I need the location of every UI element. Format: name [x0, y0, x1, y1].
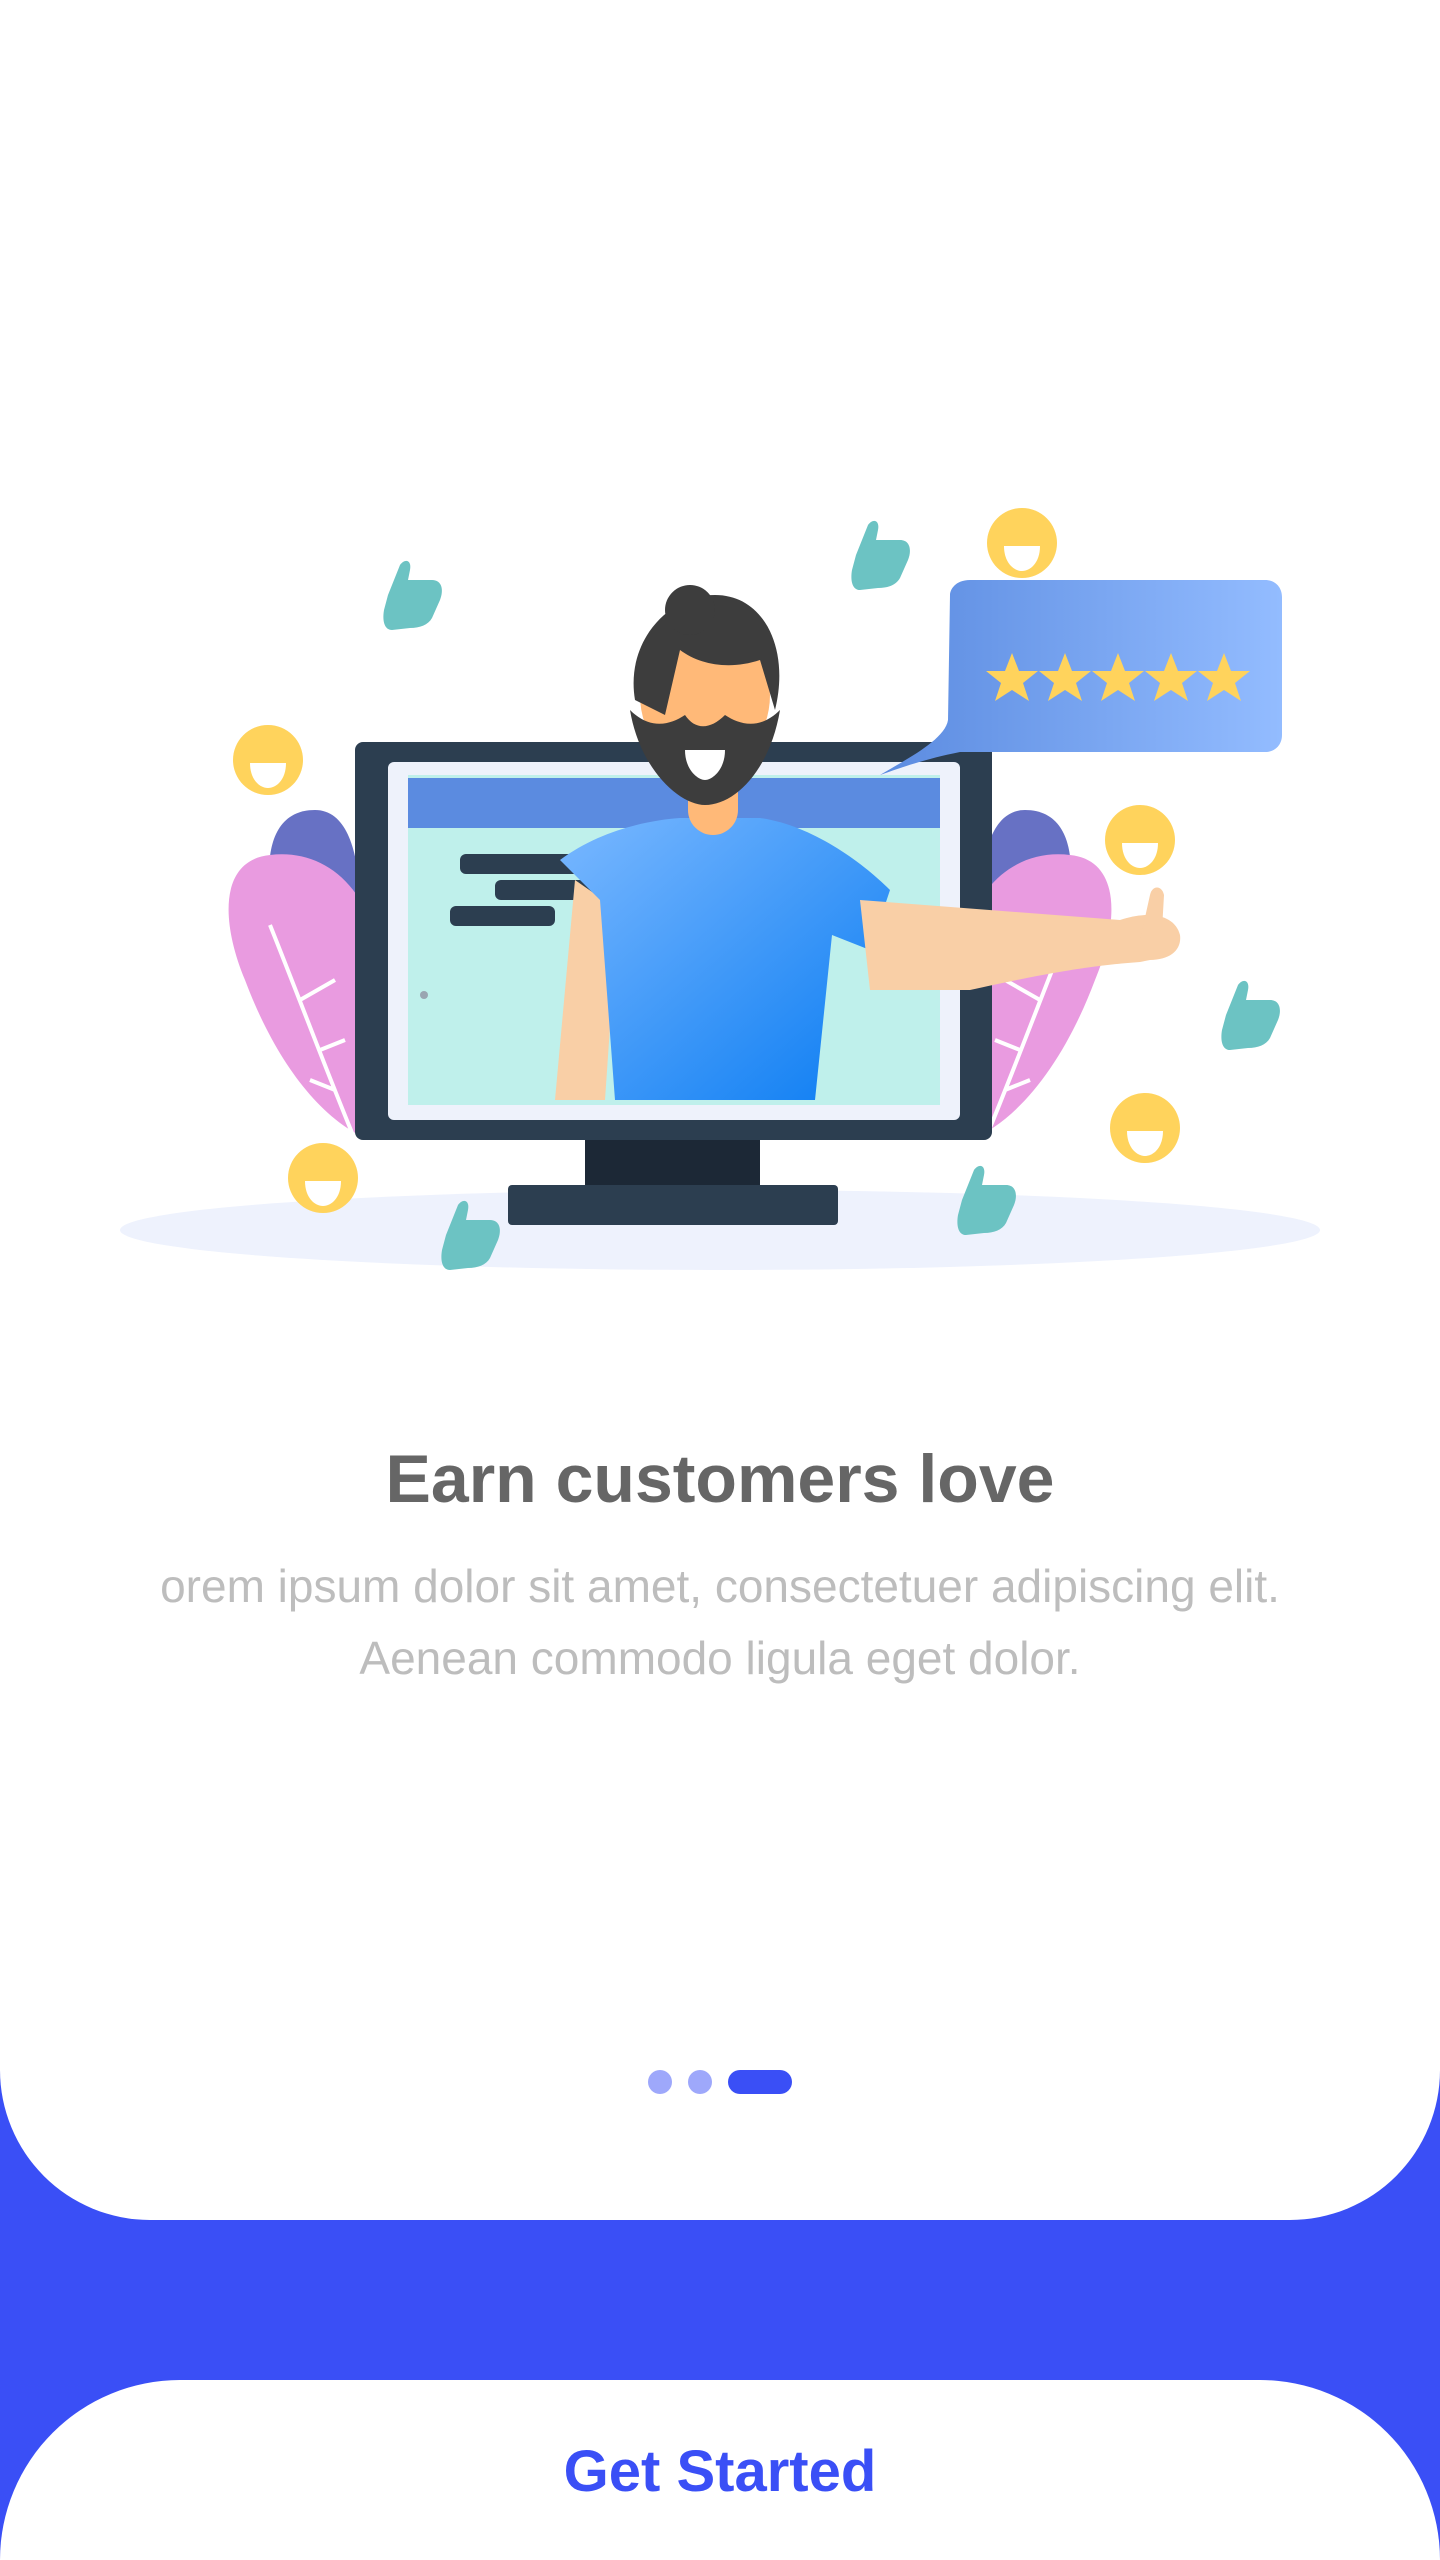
get-started-button[interactable]: Get Started — [0, 2380, 1440, 2560]
smiley-icon — [288, 1143, 358, 1213]
thumbs-up-icon — [383, 560, 442, 630]
smiley-icon — [1110, 1093, 1180, 1163]
rating-bubble — [880, 580, 1282, 775]
thumbs-up-icon — [1221, 980, 1280, 1050]
page-dot[interactable] — [648, 2070, 672, 2094]
smiley-icon — [987, 508, 1057, 578]
smiley-icon — [1105, 805, 1175, 875]
onboarding-description: orem ipsum dolor sit amet, consectetuer … — [160, 1560, 1280, 1684]
page-indicator — [0, 2070, 1440, 2094]
left-plant — [228, 810, 370, 1141]
smiley-icon — [233, 725, 303, 795]
onboarding-card: Earn customers love orem ipsum dolor sit… — [0, 0, 1440, 2220]
get-started-label: Get Started — [563, 2439, 877, 2504]
onboarding-title: Earn customers love — [385, 1441, 1055, 1517]
onboarding-illustration — [120, 508, 1320, 1270]
page-dot-active[interactable] — [728, 2070, 792, 2094]
thumbs-up-icon — [851, 520, 910, 590]
page-dot[interactable] — [688, 2070, 712, 2094]
